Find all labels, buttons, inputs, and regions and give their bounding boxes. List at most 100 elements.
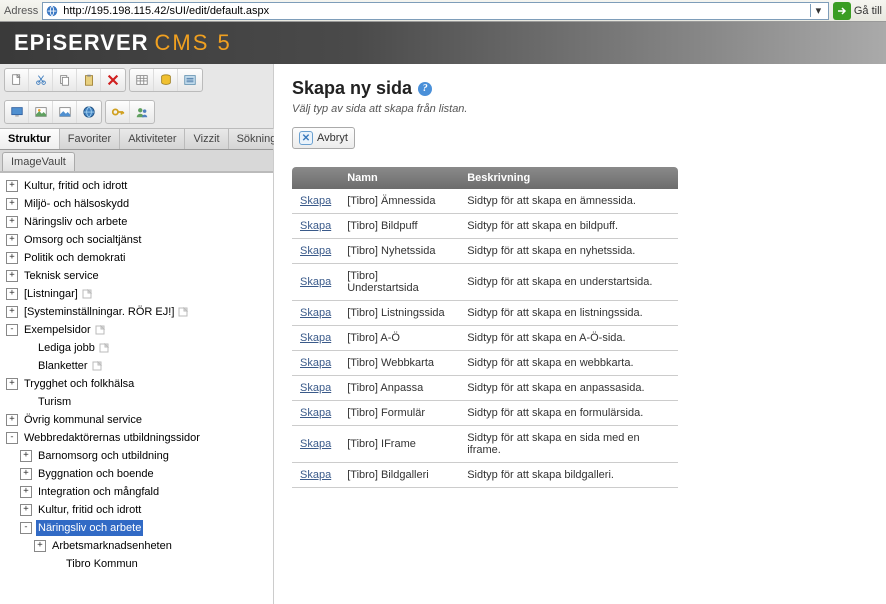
tree-label[interactable]: Politik och demokrati [22, 250, 128, 266]
toolbtn-paste[interactable] [77, 69, 101, 91]
toolbtn-new-page[interactable] [5, 69, 29, 91]
toolbtn-table[interactable] [130, 69, 154, 91]
tree-label[interactable]: Tibro Kommun [64, 556, 140, 572]
toolbtn-monitor[interactable] [5, 101, 29, 123]
tree-label[interactable]: Kultur, fritid och idrott [36, 502, 143, 518]
tree-node[interactable]: + Integration och mångfald [6, 483, 273, 501]
tab-struktur[interactable]: Struktur [0, 129, 60, 149]
cancel-button[interactable]: ✕ Avbryt [292, 127, 355, 149]
tree-label[interactable]: Turism [36, 394, 73, 410]
tree-node[interactable]: + Teknisk service [6, 267, 273, 285]
tree-node[interactable]: -Exempelsidor [6, 321, 273, 339]
toolbtn-image1[interactable] [29, 101, 53, 123]
expand-icon[interactable]: + [6, 252, 18, 264]
create-link[interactable]: Skapa [300, 407, 331, 419]
url-field[interactable]: http://195.198.115.42/sUI/edit/default.a… [42, 2, 829, 20]
tree-node[interactable]: Blanketter [6, 357, 273, 375]
create-link[interactable]: Skapa [300, 245, 331, 257]
tree-label[interactable]: Exempelsidor [22, 322, 93, 338]
collapse-icon[interactable]: - [6, 324, 18, 336]
tab-aktiviteter[interactable]: Aktiviteter [120, 129, 185, 149]
go-button[interactable] [833, 2, 851, 20]
toolbtn-db[interactable] [154, 69, 178, 91]
expand-icon[interactable]: + [6, 288, 18, 300]
tree-label[interactable]: Kultur, fritid och idrott [22, 178, 129, 194]
address-label: Adress [4, 5, 38, 17]
expand-icon[interactable]: + [6, 216, 18, 228]
tree-label[interactable]: Övrig kommunal service [22, 412, 144, 428]
toolbtn-image2[interactable] [53, 101, 77, 123]
tree-label[interactable]: [Listningar] [22, 286, 80, 302]
create-link[interactable]: Skapa [300, 438, 331, 450]
expand-icon[interactable]: + [6, 414, 18, 426]
tree-label[interactable]: Miljö- och hälsoskydd [22, 196, 131, 212]
tree-node[interactable]: + Politik och demokrati [6, 249, 273, 267]
expand-icon[interactable]: + [20, 450, 32, 462]
expand-icon[interactable]: + [6, 270, 18, 282]
create-link[interactable]: Skapa [300, 382, 331, 394]
tree-node[interactable]: + Näringsliv och arbete [6, 213, 273, 231]
tree-node[interactable]: + Barnomsorg och utbildning [6, 447, 273, 465]
tree-scroll[interactable]: + Kultur, fritid och idrott + Miljö- och hä… [0, 172, 273, 604]
tree-label[interactable]: Arbetsmarknadsenheten [50, 538, 174, 554]
toolbtn-copy[interactable] [53, 69, 77, 91]
create-link[interactable]: Skapa [300, 357, 331, 369]
tree-node[interactable]: + Kultur, fritid och idrott [6, 177, 273, 195]
tab-vizzit[interactable]: Vizzit [185, 129, 228, 149]
collapse-icon[interactable]: - [6, 432, 18, 444]
expand-icon[interactable]: + [6, 180, 18, 192]
tree-label[interactable]: Webbredaktörernas utbildningssidor [22, 430, 202, 446]
toolbtn-users[interactable] [130, 101, 154, 123]
create-link[interactable]: Skapa [300, 220, 331, 232]
tree-node[interactable]: Lediga jobb [6, 339, 273, 357]
tree-label[interactable]: Näringsliv och arbete [22, 214, 129, 230]
tree-node[interactable]: + Arbetsmarknadsenheten [6, 537, 273, 555]
url-dropdown[interactable]: ▾ [810, 4, 826, 17]
tree-node[interactable]: -Webbredaktörernas utbildningssidor [6, 429, 273, 447]
create-link[interactable]: Skapa [300, 276, 331, 288]
tree-node[interactable]: + Trygghet och folkhälsa [6, 375, 273, 393]
expand-icon[interactable]: + [20, 486, 32, 498]
tree-node[interactable]: + Byggnation och boende [6, 465, 273, 483]
tree-label[interactable]: Barnomsorg och utbildning [36, 448, 171, 464]
create-link[interactable]: Skapa [300, 195, 331, 207]
tree-node[interactable]: -Näringsliv och arbete [6, 519, 273, 537]
help-icon[interactable]: ? [418, 82, 432, 96]
tab-imagevault[interactable]: ImageVault [2, 152, 75, 171]
tree-label[interactable]: Byggnation och boende [36, 466, 156, 482]
collapse-icon[interactable]: - [20, 522, 32, 534]
toolbtn-list[interactable] [178, 69, 202, 91]
create-link[interactable]: Skapa [300, 332, 331, 344]
tree-node[interactable]: + Övrig kommunal service [6, 411, 273, 429]
tree-label[interactable]: Integration och mångfald [36, 484, 161, 500]
expand-icon[interactable]: + [6, 234, 18, 246]
toolbtn-delete[interactable] [101, 69, 125, 91]
page-flag-icon [95, 325, 107, 335]
toolbtn-key[interactable] [106, 101, 130, 123]
tree-label[interactable]: [Systeminställningar. RÖR EJ!] [22, 304, 176, 320]
tree-node[interactable]: Turism [6, 393, 273, 411]
tree-label[interactable]: Omsorg och socialtjänst [22, 232, 143, 248]
create-link[interactable]: Skapa [300, 469, 331, 481]
tree-label[interactable]: Teknisk service [22, 268, 101, 284]
tree-node[interactable]: + Miljö- och hälsoskydd [6, 195, 273, 213]
tree-label[interactable]: Lediga jobb [36, 340, 97, 356]
expand-icon[interactable]: + [20, 504, 32, 516]
tree-label[interactable]: Trygghet och folkhälsa [22, 376, 136, 392]
expand-icon[interactable]: + [20, 468, 32, 480]
tree-label[interactable]: Blanketter [36, 358, 90, 374]
expand-icon[interactable]: + [6, 306, 18, 318]
toolbtn-globe[interactable] [77, 101, 101, 123]
expand-icon[interactable]: + [6, 198, 18, 210]
tree-node[interactable]: + [Systeminställningar. RÖR EJ!] [6, 303, 273, 321]
toolbtn-cut[interactable] [29, 69, 53, 91]
tree-label[interactable]: Näringsliv och arbete [36, 520, 143, 536]
expand-icon[interactable]: + [6, 378, 18, 390]
create-link[interactable]: Skapa [300, 307, 331, 319]
tree-node[interactable]: + Kultur, fritid och idrott [6, 501, 273, 519]
tree-node[interactable]: + [Listningar] [6, 285, 273, 303]
tree-node[interactable]: + Omsorg och socialtjänst [6, 231, 273, 249]
tree-node[interactable]: Tibro Kommun [6, 555, 273, 573]
expand-icon[interactable]: + [34, 540, 46, 552]
tab-favoriter[interactable]: Favoriter [60, 129, 120, 149]
